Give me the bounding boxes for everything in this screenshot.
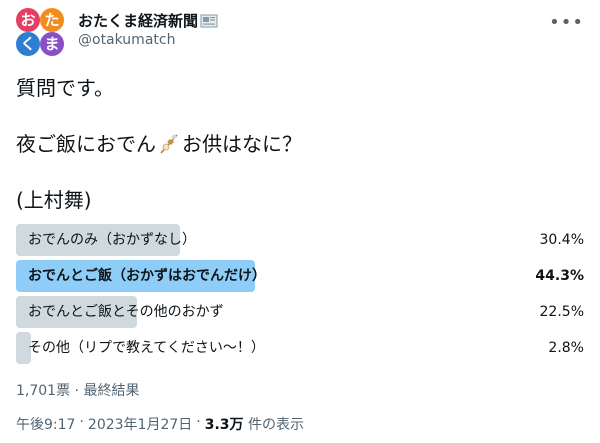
avatar[interactable]: お た く ま <box>16 8 66 58</box>
tweet-text-line: 夜ご飯におでん お供はなに？ <box>16 130 302 158</box>
avatar-char: た <box>40 8 64 32</box>
poll-option-percent: 30.4% <box>539 232 584 248</box>
poll-option-percent: 2.8% <box>548 340 584 356</box>
tweet-text-segment: お供はなに？ <box>182 132 302 156</box>
newspaper-icon <box>200 13 218 29</box>
tweet-text-segment: 夜ご飯におでん <box>16 132 156 156</box>
tweet-header: お た く ま おたくま経済新聞 @otakumatch ••• <box>16 8 584 56</box>
poll-option-label: おでんのみ（おかずなし） <box>28 232 196 248</box>
avatar-char: ま <box>40 32 64 56</box>
author-name-row: おたくま経済新聞 <box>78 10 218 31</box>
view-count-label: 件の表示 <box>247 417 304 433</box>
avatar-char: く <box>16 32 40 56</box>
poll-option: その他（リプで教えてください〜！） 2.8% <box>16 332 584 364</box>
tweet-date[interactable]: 2023年1月27日 <box>88 414 192 434</box>
view-count: 3.3万 件の表示 <box>205 414 304 434</box>
poll-status: 最終結果 <box>83 383 140 399</box>
poll: おでんのみ（おかずなし） 30.4% おでんとご飯（おかずはおでんだけ） 44.3% お… <box>16 224 584 368</box>
view-count-number: 3.3万 <box>204 417 244 433</box>
poll-option-percent: 22.5% <box>539 304 584 320</box>
tweet-text-line: 質問です。 <box>16 76 114 100</box>
footer-separator: · <box>196 414 201 430</box>
oden-icon <box>158 133 180 155</box>
poll-meta: 1,701票 · 最終結果 <box>16 380 139 400</box>
poll-option: おでんとご飯（おかずはおでんだけ） 44.3% <box>16 260 584 292</box>
poll-votes: 1,701票 <box>16 383 71 399</box>
poll-option-label: おでんとご飯とその他のおかず <box>28 304 224 320</box>
author-display-name[interactable]: おたくま経済新聞 <box>78 10 198 31</box>
tweet-time[interactable]: 午後9:17 <box>16 414 75 434</box>
tweet-text-line: (上村舞) <box>16 188 92 212</box>
poll-option-percent: 44.3% <box>535 268 584 284</box>
footer-separator: · <box>79 414 84 430</box>
tweet-footer: 午後9:17 · 2023年1月27日 · 3.3万 件の表示 <box>16 414 304 434</box>
poll-option: おでんとご飯とその他のおかず 22.5% <box>16 296 584 328</box>
more-icon[interactable]: ••• <box>549 12 584 33</box>
poll-separator: · <box>74 383 79 399</box>
author-handle[interactable]: @otakumatch <box>78 32 175 48</box>
poll-option: おでんのみ（おかずなし） 30.4% <box>16 224 584 256</box>
poll-option-label: おでんとご飯（おかずはおでんだけ） <box>28 268 266 284</box>
poll-option-label: その他（リプで教えてください〜！） <box>28 340 265 356</box>
avatar-char: お <box>16 8 40 32</box>
